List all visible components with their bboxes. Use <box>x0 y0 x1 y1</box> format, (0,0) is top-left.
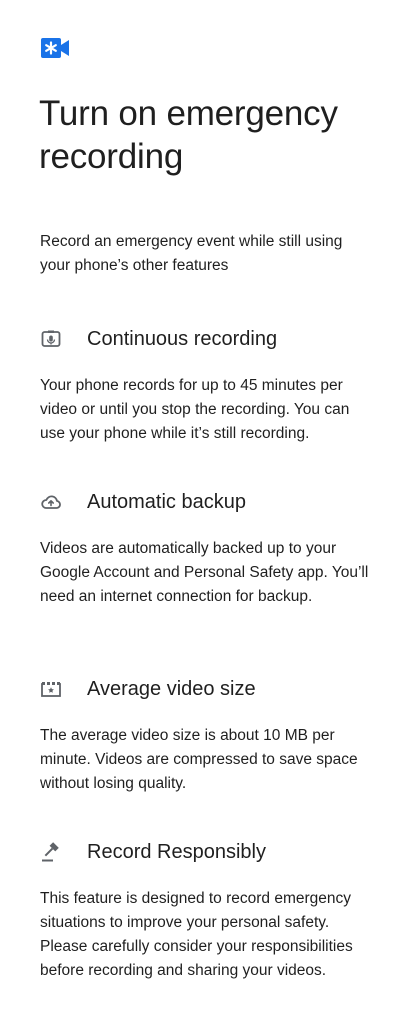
video-file-icon <box>40 678 62 700</box>
gavel-icon <box>40 841 62 863</box>
intro-text: Record an emergency event while still us… <box>40 233 343 274</box>
section-body: The average video size is about 10 MB pe… <box>40 727 358 792</box>
section-continuous-recording: Continuous recording Your phone records … <box>40 324 370 446</box>
section-title: Record Responsibly <box>87 840 266 863</box>
section-record-responsibly: Record Responsibly This feature is desig… <box>40 837 370 983</box>
emergency-video-icon <box>40 36 70 60</box>
section-body: Videos are automatically backed up to yo… <box>40 540 369 605</box>
section-automatic-backup: Automatic backup Videos are automaticall… <box>40 487 370 609</box>
section-body: Your phone records for up to 45 minutes … <box>40 377 350 442</box>
phone-recording-icon <box>40 328 62 350</box>
section-title: Average video size <box>87 677 256 700</box>
cloud-upload-icon <box>40 491 62 513</box>
emergency-recording-screen: Turn on emergency recording Record an em… <box>0 0 408 1024</box>
section-title: Continuous recording <box>87 327 278 350</box>
section-average-video-size: Average video size The average video siz… <box>40 674 370 796</box>
section-body: This feature is designed to record emerg… <box>40 890 353 979</box>
section-title: Automatic backup <box>87 490 246 513</box>
page-title: Turn on emergency recording <box>39 94 338 176</box>
